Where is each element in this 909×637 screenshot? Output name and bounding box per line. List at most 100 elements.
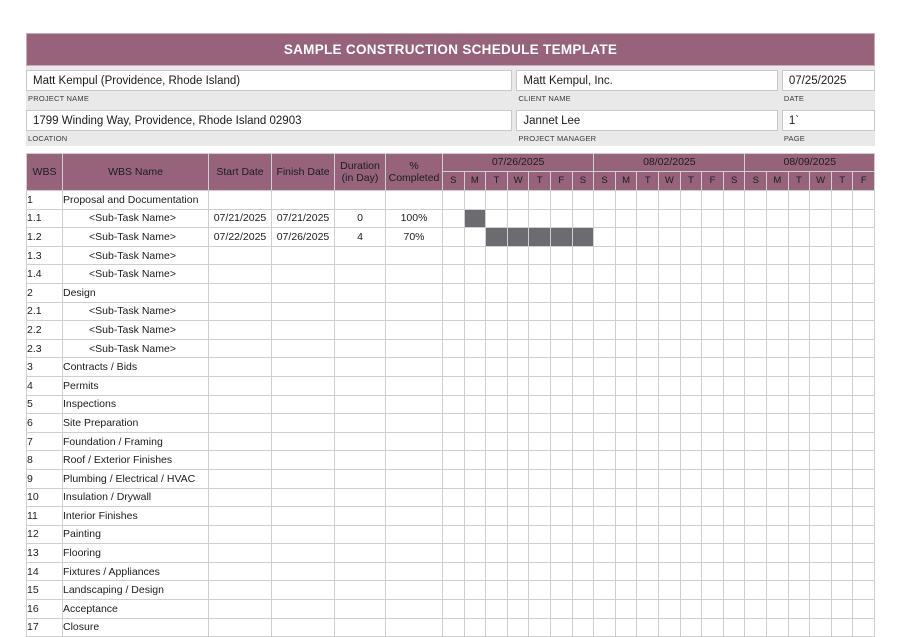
gantt-empty-cell[interactable] <box>636 245 660 266</box>
gantt-empty-cell[interactable] <box>679 394 703 415</box>
gantt-empty-cell[interactable] <box>658 320 681 340</box>
gantt-empty-cell[interactable] <box>830 468 854 489</box>
gantt-empty-cell[interactable] <box>852 320 876 340</box>
gantt-empty-cell[interactable] <box>636 357 660 377</box>
gantt-empty-cell[interactable] <box>766 208 789 229</box>
cell-finish-date[interactable] <box>271 190 335 210</box>
gantt-empty-cell[interactable] <box>722 375 746 396</box>
day-header-w1-d1[interactable]: S <box>442 171 465 191</box>
gantt-empty-cell[interactable] <box>787 301 811 322</box>
gantt-empty-cell[interactable] <box>506 468 530 489</box>
gantt-empty-cell[interactable] <box>809 190 832 210</box>
gantt-empty-cell[interactable] <box>528 580 551 601</box>
gantt-empty-cell[interactable] <box>614 394 638 415</box>
cell-finish-date[interactable] <box>271 394 335 415</box>
cell-pct-completed[interactable] <box>385 301 443 322</box>
gantt-empty-cell[interactable] <box>830 208 854 229</box>
day-header-w1-d7[interactable]: S <box>571 171 595 191</box>
gantt-empty-cell[interactable] <box>722 543 746 563</box>
gantt-empty-cell[interactable] <box>658 375 681 396</box>
gantt-empty-cell[interactable] <box>852 413 876 433</box>
day-header-w3-d2[interactable]: M <box>766 171 789 191</box>
gantt-empty-cell[interactable] <box>722 264 746 284</box>
cell-pct-completed[interactable] <box>385 506 443 526</box>
cell-finish-date[interactable] <box>271 282 335 303</box>
gantt-empty-cell[interactable] <box>701 357 724 377</box>
gantt-empty-cell[interactable] <box>787 524 811 545</box>
cell-duration[interactable] <box>334 580 386 601</box>
cell-pct-completed[interactable] <box>385 413 443 433</box>
column-header-pct-completed[interactable]: % Completed <box>385 153 443 191</box>
day-header-w1-d4[interactable]: W <box>506 171 530 191</box>
gantt-empty-cell[interactable] <box>744 227 768 247</box>
gantt-empty-cell[interactable] <box>722 487 746 508</box>
gantt-empty-cell[interactable] <box>614 524 638 545</box>
cell-duration[interactable] <box>334 413 386 433</box>
cell-duration[interactable] <box>334 375 386 396</box>
gantt-empty-cell[interactable] <box>636 282 660 303</box>
gantt-empty-cell[interactable] <box>593 338 616 359</box>
gantt-empty-cell[interactable] <box>809 599 832 619</box>
day-header-w2-d6[interactable]: F <box>701 171 724 191</box>
gantt-empty-cell[interactable] <box>485 543 508 563</box>
gantt-empty-cell[interactable] <box>593 264 616 284</box>
day-header-w3-d3[interactable]: T <box>787 171 811 191</box>
cell-wbs[interactable]: 7 <box>26 431 63 452</box>
gantt-empty-cell[interactable] <box>442 282 465 303</box>
gantt-empty-cell[interactable] <box>679 580 703 601</box>
gantt-empty-cell[interactable] <box>463 320 487 340</box>
cell-wbs-name[interactable]: <Sub-Task Name> <box>62 245 209 266</box>
gantt-empty-cell[interactable] <box>701 375 724 396</box>
day-header-w1-d2[interactable]: M <box>463 171 487 191</box>
cell-duration[interactable] <box>334 599 386 619</box>
gantt-empty-cell[interactable] <box>442 431 465 452</box>
gantt-empty-cell[interactable] <box>528 357 551 377</box>
cell-pct-completed[interactable] <box>385 487 443 508</box>
gantt-empty-cell[interactable] <box>593 208 616 229</box>
cell-pct-completed[interactable] <box>385 599 443 619</box>
gantt-empty-cell[interactable] <box>636 264 660 284</box>
gantt-empty-cell[interactable] <box>506 320 530 340</box>
gantt-empty-cell[interactable] <box>830 599 854 619</box>
gantt-empty-cell[interactable] <box>679 338 703 359</box>
gantt-empty-cell[interactable] <box>528 524 551 545</box>
gantt-empty-cell[interactable] <box>571 245 595 266</box>
gantt-empty-cell[interactable] <box>442 487 465 508</box>
gantt-empty-cell[interactable] <box>701 413 724 433</box>
cell-duration[interactable] <box>334 320 386 340</box>
cell-pct-completed[interactable] <box>385 375 443 396</box>
gantt-empty-cell[interactable] <box>787 264 811 284</box>
gantt-empty-cell[interactable] <box>485 245 508 266</box>
gantt-empty-cell[interactable] <box>571 264 595 284</box>
cell-wbs[interactable]: 10 <box>26 487 63 508</box>
gantt-empty-cell[interactable] <box>593 468 616 489</box>
gantt-empty-cell[interactable] <box>528 208 551 229</box>
cell-pct-completed[interactable] <box>385 264 443 284</box>
cell-pct-completed[interactable] <box>385 431 443 452</box>
cell-wbs-name[interactable]: Inspections <box>62 394 209 415</box>
gantt-empty-cell[interactable] <box>485 394 508 415</box>
gantt-empty-cell[interactable] <box>442 524 465 545</box>
cell-pct-completed[interactable] <box>385 561 443 582</box>
gantt-empty-cell[interactable] <box>809 543 832 563</box>
gantt-empty-cell[interactable] <box>549 208 573 229</box>
gantt-empty-cell[interactable] <box>549 524 573 545</box>
cell-start-date[interactable] <box>208 561 272 582</box>
gantt-empty-cell[interactable] <box>809 524 832 545</box>
cell-finish-date[interactable] <box>271 320 335 340</box>
cell-wbs[interactable]: 1.2 <box>26 227 63 247</box>
gantt-empty-cell[interactable] <box>571 468 595 489</box>
gantt-empty-cell[interactable] <box>485 450 508 470</box>
gantt-empty-cell[interactable] <box>809 506 832 526</box>
cell-start-date[interactable] <box>208 580 272 601</box>
gantt-empty-cell[interactable] <box>442 506 465 526</box>
gantt-empty-cell[interactable] <box>571 561 595 582</box>
cell-finish-date[interactable] <box>271 357 335 377</box>
cell-start-date[interactable] <box>208 394 272 415</box>
gantt-empty-cell[interactable] <box>442 338 465 359</box>
gantt-empty-cell[interactable] <box>528 599 551 619</box>
cell-finish-date[interactable]: 07/26/2025 <box>271 227 335 247</box>
cell-finish-date[interactable] <box>271 506 335 526</box>
gantt-empty-cell[interactable] <box>506 524 530 545</box>
gantt-empty-cell[interactable] <box>506 506 530 526</box>
